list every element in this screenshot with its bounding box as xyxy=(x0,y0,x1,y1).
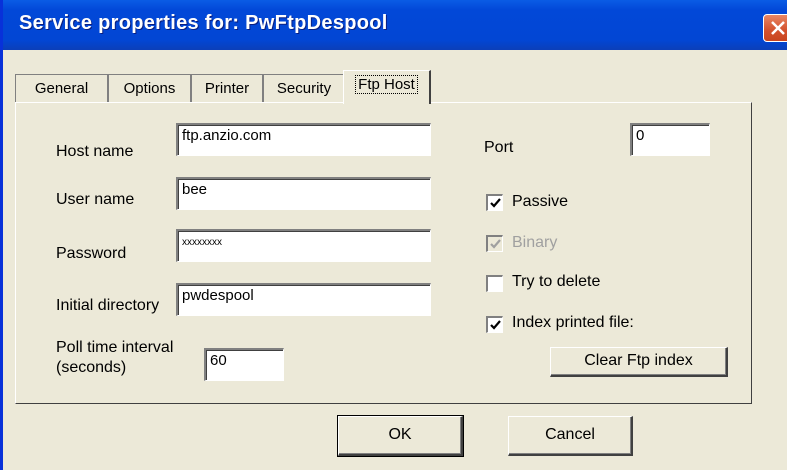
check-icon xyxy=(490,320,501,330)
tab-ftp-host[interactable]: Ftp Host xyxy=(343,70,431,104)
try-delete-checkbox[interactable] xyxy=(486,275,503,292)
host-name-label: Host name xyxy=(56,143,134,160)
clear-ftp-index-button[interactable]: Clear Ftp index xyxy=(550,347,728,377)
ok-button[interactable]: OK xyxy=(337,415,464,457)
password-field[interactable]: xxxxxxxx xyxy=(176,229,431,262)
try-delete-label: Try to delete xyxy=(512,273,601,290)
tab-label: Printer xyxy=(204,80,250,97)
tab-label: Ftp Host xyxy=(355,75,418,94)
window-title: Service properties for: PwFtpDespool xyxy=(19,12,388,34)
port-field[interactable]: 0 xyxy=(630,123,710,156)
initial-directory-label: Initial directory xyxy=(56,297,160,314)
tab-printer[interactable]: Printer xyxy=(191,74,263,102)
binary-label: Binary xyxy=(512,234,558,251)
tab-label: General xyxy=(34,80,89,97)
tab-label: Security xyxy=(276,80,332,97)
user-name-field[interactable]: bee xyxy=(176,177,431,210)
cancel-button[interactable]: Cancel xyxy=(508,416,633,456)
close-button[interactable] xyxy=(763,14,787,42)
tab-general[interactable]: General xyxy=(15,74,108,102)
close-icon xyxy=(771,21,785,35)
binary-checkbox[interactable] xyxy=(486,235,503,252)
tab-options[interactable]: Options xyxy=(108,74,191,102)
initial-directory-field[interactable]: pwdespool xyxy=(176,283,431,316)
host-name-field[interactable]: ftp.anzio.com xyxy=(176,123,431,156)
poll-time-unit-label: (seconds) xyxy=(56,359,127,376)
passive-checkbox[interactable] xyxy=(486,194,503,211)
poll-time-label: Poll time interval xyxy=(56,339,174,356)
dialog-window: Service properties for: PwFtpDespool Gen… xyxy=(0,0,787,470)
passive-label: Passive xyxy=(512,193,569,210)
ftp-host-panel: Host name ftp.anzio.com User name bee Pa… xyxy=(15,102,752,404)
password-label: Password xyxy=(56,245,127,262)
index-printed-label: Index printed file: xyxy=(512,314,634,331)
title-bar[interactable]: Service properties for: PwFtpDespool xyxy=(3,0,787,50)
tab-label: Options xyxy=(123,80,176,97)
check-icon xyxy=(490,239,501,249)
tab-security[interactable]: Security xyxy=(263,74,345,102)
poll-time-field[interactable]: 60 xyxy=(204,348,284,381)
user-name-label: User name xyxy=(56,191,135,208)
check-icon xyxy=(490,198,501,208)
port-label: Port xyxy=(484,139,514,156)
index-printed-checkbox[interactable] xyxy=(486,316,503,333)
